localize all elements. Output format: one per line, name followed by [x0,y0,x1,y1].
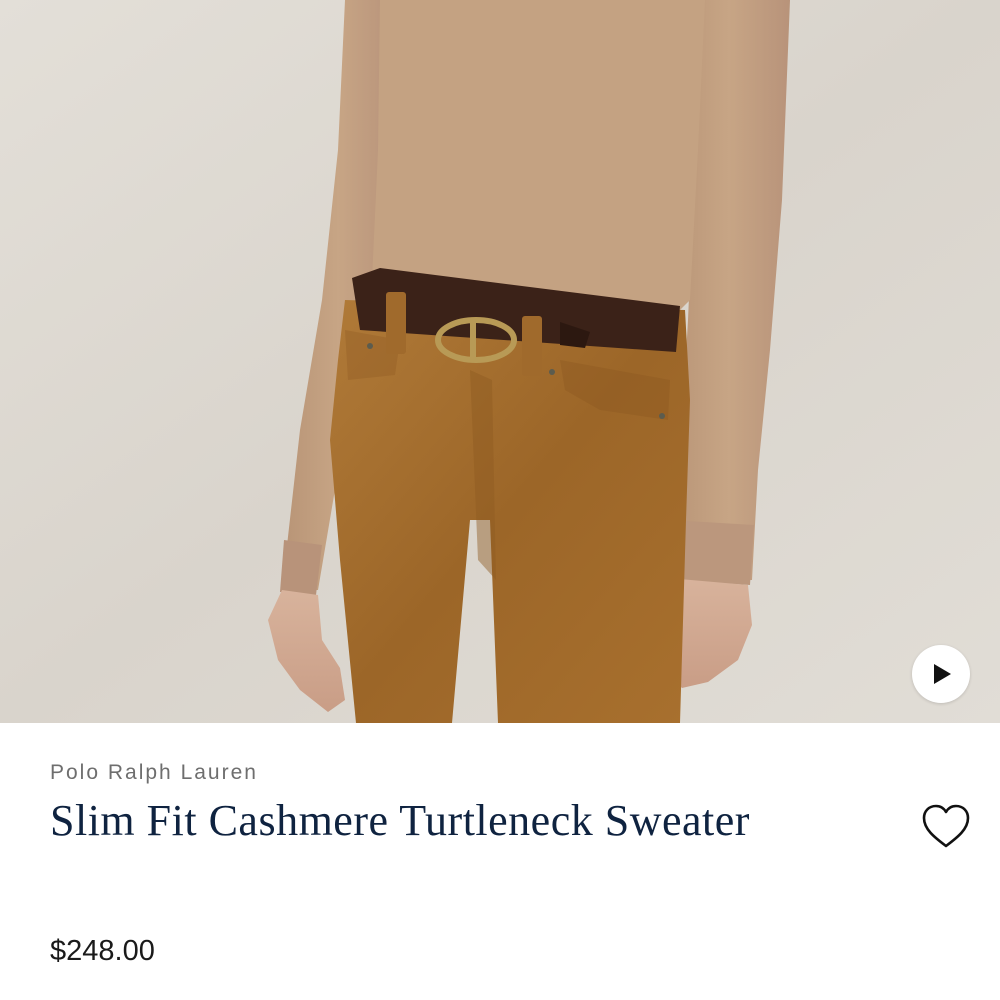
product-info: Polo Ralph Lauren Slim Fit Cashmere Turt… [0,723,1000,1000]
product-image[interactable] [0,0,1000,723]
product-price: $248.00 [50,935,155,967]
brand-name[interactable]: Polo Ralph Lauren [50,761,258,785]
play-icon [934,664,951,684]
product-photo-illustration [0,0,1000,723]
heart-outline-icon [922,804,970,848]
wishlist-button[interactable] [920,803,972,851]
play-video-button[interactable] [912,645,970,703]
product-title[interactable]: Slim Fit Cashmere Turtleneck Sweater [50,797,750,844]
product-card: Polo Ralph Lauren Slim Fit Cashmere Turt… [0,0,1000,1000]
